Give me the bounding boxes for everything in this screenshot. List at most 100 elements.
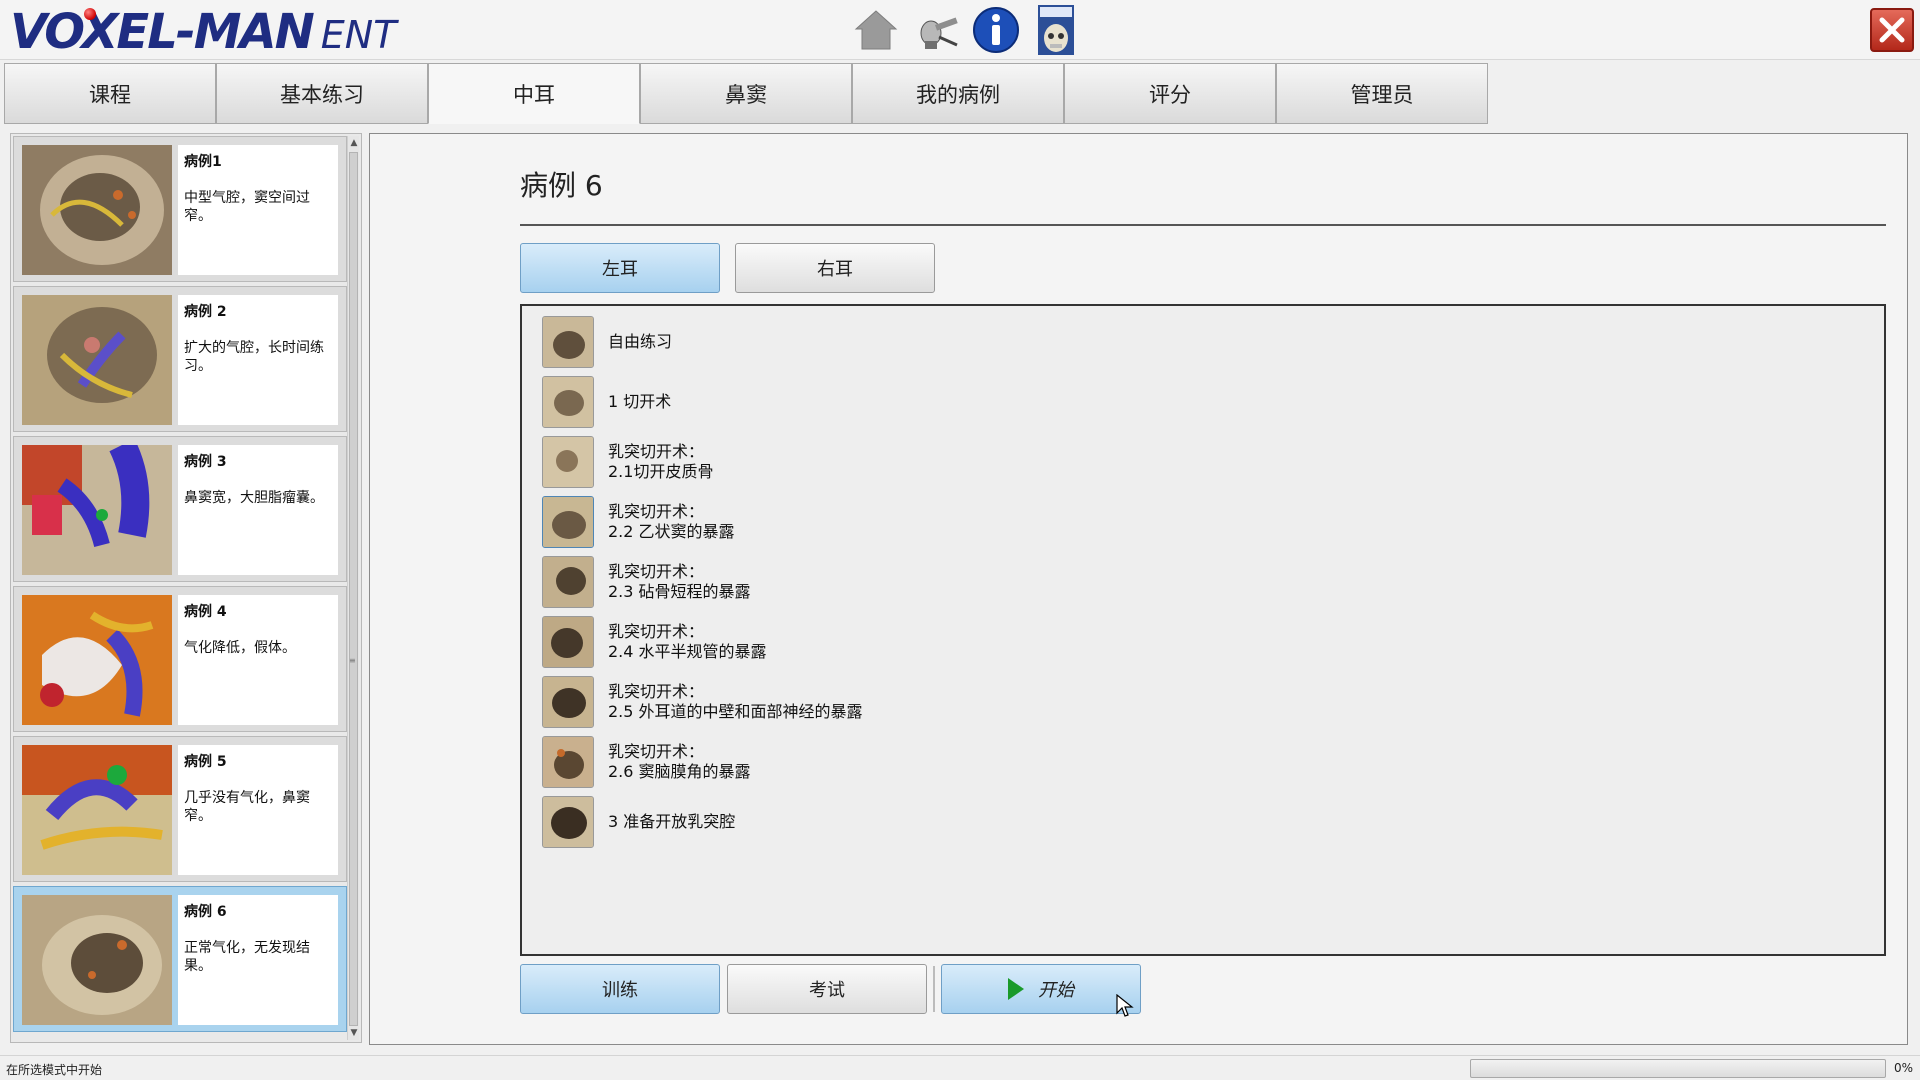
logo-sub-text: ENT [320, 13, 397, 57]
step-label: 乳突切开术： 2.4 水平半规管的暴露 [608, 622, 767, 661]
case-list: 病例1 中型气腔，窦空间过窄。 病例 2 扩大的气腔，长时间练习。 病例 3 鼻… [13, 136, 347, 1040]
training-mode-button[interactable]: 训练 [520, 964, 720, 1014]
case-item-1[interactable]: 病例1 中型气腔，窦空间过窄。 [13, 136, 347, 282]
case-list-scrollbar[interactable]: ▲ ≡ ▼ [347, 136, 359, 1040]
title-divider [520, 224, 1886, 226]
case-thumbnail [22, 445, 172, 575]
scrollbar-thumb[interactable] [349, 152, 358, 1026]
start-label: 开始 [1038, 980, 1074, 1001]
case-thumbnail [22, 745, 172, 875]
progress-percent: 0% [1894, 1061, 1914, 1075]
step-thumbnail [542, 496, 594, 548]
scrollbar-grip-icon: ≡ [349, 656, 356, 665]
case-text: 病例 2 扩大的气腔，长时间练习。 [178, 295, 338, 425]
step-label: 乳突切开术： 2.1切开皮质骨 [608, 442, 714, 481]
close-button[interactable] [1870, 8, 1914, 52]
step-item-8[interactable]: 乳突切开术： 2.6 窦脑膜角的暴露 [542, 736, 751, 788]
app-logo: VOXEL-MAN ENT [10, 4, 397, 60]
tab-middle-ear[interactable]: 中耳 [428, 63, 640, 124]
mouse-cursor-icon [1116, 994, 1134, 1017]
step-item-6[interactable]: 乳突切开术： 2.4 水平半规管的暴露 [542, 616, 767, 668]
case-description: 中型气腔，窦空间过窄。 [184, 190, 310, 224]
play-icon [1008, 978, 1024, 1000]
case-item-6[interactable]: 病例 6 正常气化，无发现结果。 [13, 886, 347, 1032]
step-thumbnail [542, 556, 594, 608]
status-bar: 在所选模式中开始 0% [0, 1055, 1920, 1080]
case-item-5[interactable]: 病例 5 几乎没有气化，鼻窦窄。 [13, 736, 347, 882]
close-icon [1879, 17, 1905, 43]
step-item-5[interactable]: 乳突切开术： 2.3 砧骨短程的暴露 [542, 556, 751, 608]
case-detail-panel: 病例 6 左耳 右耳 自由练习 1 切开术 乳突切开术： 2.1切开皮质骨 乳突切… [369, 133, 1908, 1045]
step-item-2[interactable]: 1 切开术 [542, 376, 671, 428]
case-text: 病例 6 正常气化，无发现结果。 [178, 895, 338, 1025]
page-title: 病例 6 [520, 169, 603, 202]
step-thumbnail [542, 736, 594, 788]
case-thumbnail [22, 595, 172, 725]
tab-my-cases[interactable]: 我的病例 [852, 63, 1064, 124]
main-tabs: 课程 基本练习 中耳 鼻窦 我的病例 评分 管理员 [4, 63, 1488, 124]
case-title: 病例1 [184, 154, 222, 170]
step-label: 乳突切开术： 2.3 砧骨短程的暴露 [608, 562, 751, 601]
step-label: 自由练习 [608, 332, 673, 351]
case-list-panel: 病例1 中型气腔，窦空间过窄。 病例 2 扩大的气腔，长时间练习。 病例 3 鼻… [10, 133, 362, 1043]
title-bar: VOXEL-MAN ENT [0, 0, 1920, 60]
case-item-3[interactable]: 病例 3 鼻窦宽，大胆脂瘤囊。 [13, 436, 347, 582]
step-thumbnail [542, 676, 594, 728]
case-thumbnail [22, 295, 172, 425]
step-thumbnail [542, 616, 594, 668]
start-button[interactable]: 开始 [941, 964, 1141, 1014]
case-title: 病例 5 [184, 754, 227, 770]
left-ear-button[interactable]: 左耳 [520, 243, 720, 293]
case-thumbnail [22, 145, 172, 275]
procedure-step-list: 自由练习 1 切开术 乳突切开术： 2.1切开皮质骨 乳突切开术： 2.2 乙状窦的… [520, 304, 1886, 956]
home-icon[interactable] [850, 4, 902, 56]
scroll-down-icon[interactable]: ▼ [348, 1026, 360, 1040]
tab-sinus[interactable]: 鼻窦 [640, 63, 852, 124]
tab-basic-exercises[interactable]: 基本练习 [216, 63, 428, 124]
step-label: 1 切开术 [608, 392, 672, 411]
tab-scoring[interactable]: 评分 [1064, 63, 1276, 124]
tab-course[interactable]: 课程 [4, 63, 216, 124]
case-item-4[interactable]: 病例 4 气化降低，假体。 [13, 586, 347, 732]
status-message: 在所选模式中开始 [6, 1063, 103, 1077]
logo-red-dot [84, 8, 96, 20]
case-title: 病例 6 [184, 904, 227, 920]
case-description: 鼻窦宽，大胆脂瘤囊。 [184, 490, 324, 506]
case-text: 病例 3 鼻窦宽，大胆脂瘤囊。 [178, 445, 338, 575]
info-icon[interactable] [970, 4, 1022, 56]
exam-mode-button[interactable]: 考试 [727, 964, 927, 1014]
step-item-4[interactable]: 乳突切开术： 2.2 乙状窦的暴露 [542, 496, 735, 548]
case-description: 几乎没有气化，鼻窦窄。 [184, 790, 310, 824]
step-item-1[interactable]: 自由练习 [542, 316, 672, 368]
step-thumbnail [542, 376, 594, 428]
step-label: 乳突切开术： 2.6 窦脑膜角的暴露 [608, 742, 751, 781]
atlas-book-icon[interactable] [1030, 4, 1082, 56]
case-text: 病例1 中型气腔，窦空间过窄。 [178, 145, 338, 275]
step-label: 3 准备开放乳突腔 [608, 812, 736, 831]
step-label: 乳突切开术： 2.5 外耳道的中壁和面部神经的暴露 [608, 682, 863, 721]
instrument-icon[interactable] [910, 4, 962, 56]
case-title: 病例 2 [184, 304, 227, 320]
scroll-up-icon[interactable]: ▲ [348, 136, 360, 150]
step-thumbnail [542, 316, 594, 368]
case-item-2[interactable]: 病例 2 扩大的气腔，长时间练习。 [13, 286, 347, 432]
case-description: 正常气化，无发现结果。 [184, 940, 310, 974]
step-thumbnail [542, 436, 594, 488]
step-thumbnail [542, 796, 594, 848]
toolbar [850, 2, 1082, 58]
logo-main-text: VOXEL-MAN [10, 4, 315, 60]
step-item-9[interactable]: 3 准备开放乳突腔 [542, 796, 735, 848]
case-text: 病例 5 几乎没有气化，鼻窦窄。 [178, 745, 338, 875]
case-description: 气化降低，假体。 [184, 640, 296, 656]
case-title: 病例 3 [184, 454, 227, 470]
progress-bar [1470, 1059, 1886, 1078]
step-item-7[interactable]: 乳突切开术： 2.5 外耳道的中壁和面部神经的暴露 [542, 676, 863, 728]
step-item-3[interactable]: 乳突切开术： 2.1切开皮质骨 [542, 436, 713, 488]
step-label: 乳突切开术： 2.2 乙状窦的暴露 [608, 502, 735, 541]
right-ear-button[interactable]: 右耳 [735, 243, 935, 293]
tab-admin[interactable]: 管理员 [1276, 63, 1488, 124]
button-separator [933, 966, 935, 1012]
case-description: 扩大的气腔，长时间练习。 [184, 340, 324, 374]
case-text: 病例 4 气化降低，假体。 [178, 595, 338, 725]
case-thumbnail [22, 895, 172, 1025]
